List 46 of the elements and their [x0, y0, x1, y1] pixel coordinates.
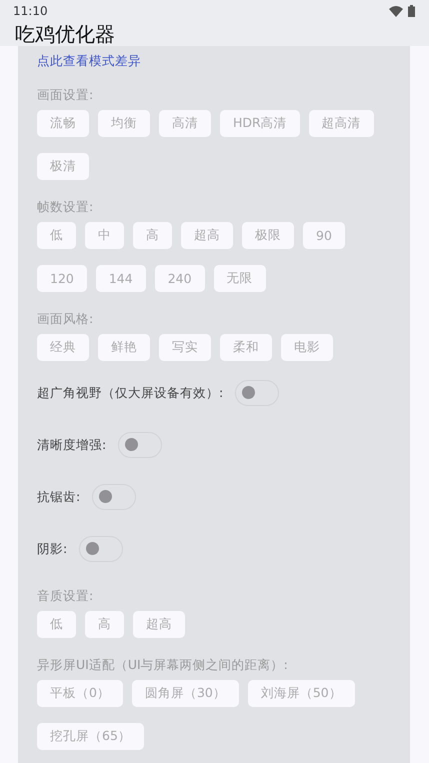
option-chip[interactable]: 240	[154, 265, 205, 292]
section-label: 异形屏UI适配（UI与屏幕两侧之间的距离）:	[37, 656, 289, 674]
option-chip[interactable]: 挖孔屏（65）	[37, 723, 144, 750]
option-chip[interactable]: 经典	[37, 334, 89, 361]
setting-label: 清晰度增强:	[37, 436, 106, 454]
wifi-icon	[389, 6, 403, 16]
mode-diff-link[interactable]: 点此查看模式差异	[37, 52, 141, 70]
battery-icon	[408, 5, 415, 17]
option-chip[interactable]: HDR高清	[220, 110, 300, 137]
option-chip[interactable]: 高清	[159, 110, 211, 137]
setting-label: 抗锯齿:	[37, 488, 80, 506]
toggle-switch[interactable]	[235, 380, 280, 406]
option-chip[interactable]: 低	[37, 222, 76, 249]
toggle-switch[interactable]	[118, 432, 162, 458]
setting-label: 阴影:	[37, 540, 68, 558]
option-chip[interactable]: 写实	[159, 334, 211, 361]
option-chip[interactable]: 超高清	[308, 110, 374, 137]
option-chip[interactable]: 电影	[281, 334, 333, 361]
option-chip[interactable]: 刘海屏（50）	[248, 680, 355, 707]
option-chip[interactable]: 中	[85, 222, 124, 249]
option-chip[interactable]: 平板（0）	[37, 680, 123, 707]
option-chip[interactable]: 超高	[133, 611, 185, 638]
app-title: 吃鸡优化器	[14, 22, 116, 46]
section-label: 音质设置:	[37, 587, 94, 605]
option-chip[interactable]: 无限	[214, 265, 266, 292]
option-chip[interactable]: 144	[96, 265, 146, 292]
option-chip[interactable]: 均衡	[98, 110, 150, 137]
toggle-switch[interactable]	[92, 484, 136, 510]
option-chip[interactable]: 90	[303, 222, 345, 249]
option-chip[interactable]: 流畅	[37, 110, 89, 137]
option-chip[interactable]: 120	[37, 265, 87, 292]
option-chip[interactable]: 极限	[242, 222, 294, 249]
option-chip[interactable]: 极清	[37, 153, 89, 180]
setting-label: 超广角视野（仅大屏设备有效）:	[37, 384, 224, 402]
option-chip[interactable]: 高	[85, 611, 124, 638]
section-label: 帧数设置:	[37, 198, 94, 216]
option-chip[interactable]: 低	[37, 611, 76, 638]
option-chip[interactable]: 高	[133, 222, 172, 249]
section-label: 画面设置:	[37, 86, 94, 104]
option-chip[interactable]: 鲜艳	[98, 334, 150, 361]
toggle-switch[interactable]	[79, 536, 124, 562]
option-chip[interactable]: 柔和	[220, 334, 272, 361]
option-chip[interactable]: 超高	[181, 222, 233, 249]
section-label: 画面风格:	[37, 310, 94, 328]
status-time: 11:10	[13, 4, 48, 18]
option-chip[interactable]: 圆角屏（30）	[132, 680, 239, 707]
